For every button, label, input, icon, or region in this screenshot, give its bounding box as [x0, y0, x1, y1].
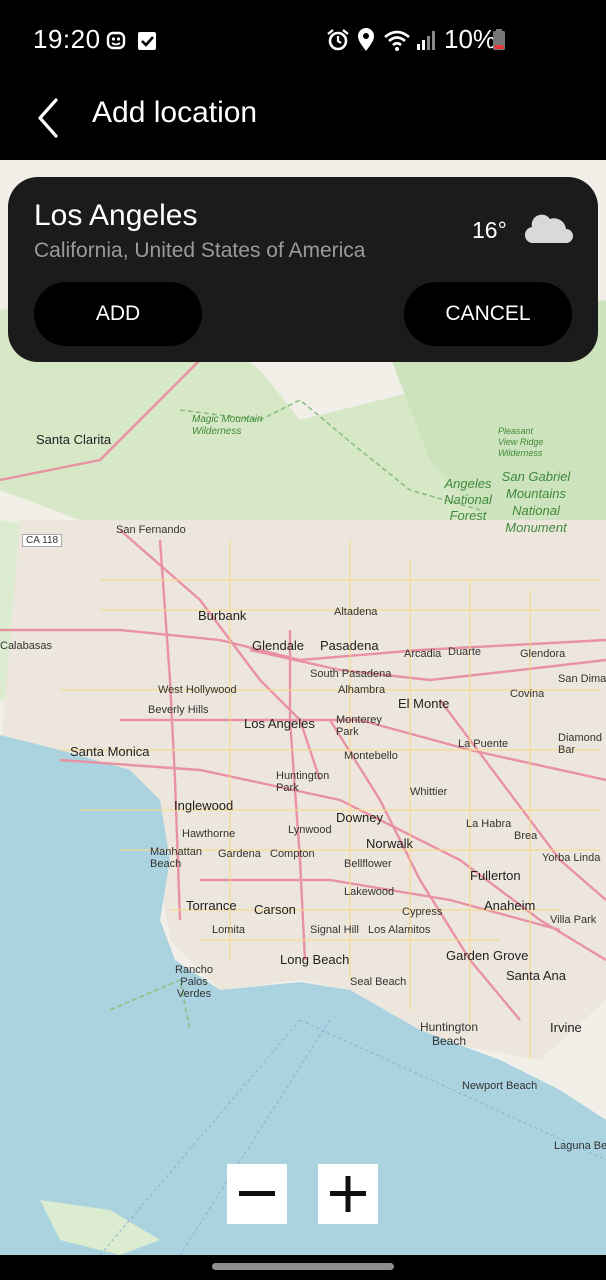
alarm-icon — [327, 29, 349, 51]
map-label: Santa Clarita — [36, 432, 112, 447]
add-button-label: ADD — [95, 302, 141, 325]
map-label: Lynwood — [288, 824, 332, 836]
location-card: Los Angeles California, United States of… — [8, 177, 598, 362]
battery-percentage: 10% — [444, 24, 497, 54]
map-label: Santa Monica — [70, 744, 150, 759]
map-label: Newport Beach — [462, 1080, 538, 1092]
home-indicator[interactable] — [212, 1263, 394, 1270]
map-label: Burbank — [198, 608, 247, 623]
map-label: Arcadia — [404, 648, 442, 660]
back-arrow-icon — [38, 98, 58, 138]
map-label: Lomita — [212, 924, 246, 936]
map-label: West Hollywood — [158, 684, 237, 696]
map-label: Torrance — [186, 898, 237, 913]
map-label: Duarte — [448, 646, 482, 658]
map-label: Covina — [510, 688, 545, 700]
map-label: Alhambra — [338, 684, 386, 696]
zoom-in-button[interactable] — [318, 1164, 378, 1224]
map-label: Manhattan Beach — [150, 846, 202, 870]
map-label: Glendora — [520, 648, 566, 660]
map-label: La Habra — [466, 818, 512, 830]
map-label: Beverly Hills — [148, 704, 209, 716]
map-label: Garden Grove — [446, 948, 529, 963]
location-icon — [358, 28, 374, 51]
map-label: Santa Ana — [506, 968, 566, 983]
map-label: Lakewood — [344, 886, 395, 898]
map-label: Whittier — [410, 786, 448, 798]
zoom-out-button[interactable] — [227, 1164, 287, 1224]
location-city: Los Angeles — [34, 199, 198, 232]
map-label: Compton — [270, 848, 315, 860]
map-label: Monterey Park — [336, 714, 382, 738]
cancel-button[interactable]: CANCEL — [404, 282, 572, 346]
location-region: California, United States of America — [34, 239, 366, 262]
app-bar: Add location — [0, 80, 606, 160]
map-label: San Dimas — [558, 673, 606, 685]
map-label: Altadena — [334, 606, 378, 618]
map-label: Brea — [514, 830, 538, 842]
map-label: San Gabriel Mountains National Monument — [501, 469, 571, 535]
map-label: Huntington Park — [276, 770, 330, 794]
location-temperature: 16° — [472, 217, 507, 243]
map-label: Fullerton — [470, 868, 521, 883]
page-title: Add location — [92, 96, 258, 129]
cloud-icon — [524, 214, 573, 244]
map-label: La Puente — [458, 738, 509, 750]
map-label: CA 118 — [22, 534, 63, 547]
map-label: Pleasant View Ridge Wilderness — [498, 426, 544, 458]
map-label: Downey — [336, 810, 383, 825]
map-label: Angeles National Forest — [444, 476, 492, 523]
map-label: Pasadena — [320, 638, 379, 653]
map-label: Huntington Beach — [419, 1020, 479, 1048]
add-button[interactable]: ADD — [34, 282, 202, 346]
map-label: South Pasadena — [310, 668, 392, 680]
status-bar: 19:20 10% — [0, 0, 606, 80]
map-label: Norwalk — [366, 836, 413, 851]
notification-icon — [106, 31, 126, 50]
map-label: Laguna Beach — [554, 1140, 606, 1152]
map-label: Anaheim — [484, 898, 536, 913]
map-label: Hawthorne — [182, 828, 236, 840]
map-label: Signal Hill — [310, 924, 359, 936]
map-label: Inglewood — [174, 798, 234, 813]
map-label: Seal Beach — [350, 976, 407, 988]
map-label: Cypress — [402, 906, 443, 918]
map-label: Los Alamitos — [368, 924, 431, 936]
minus-icon — [239, 1191, 275, 1196]
map-label: Irvine — [550, 1020, 582, 1035]
task-icon — [138, 32, 156, 50]
navigation-bar — [0, 1255, 606, 1280]
map-label: Villa Park — [550, 914, 597, 926]
map-label: Magic Mountain Wilderness — [192, 414, 263, 437]
map-label: Los Angeles — [244, 716, 315, 731]
map-label: Rancho Palos Verdes — [175, 964, 213, 1000]
plus-icon — [330, 1176, 366, 1212]
map-label: Montebello — [344, 750, 398, 762]
back-button[interactable] — [26, 94, 74, 142]
battery-icon — [493, 29, 505, 50]
status-time: 19:20 — [33, 24, 101, 54]
map-label: San Fernando — [116, 524, 186, 536]
map-label: El Monte — [398, 696, 450, 711]
map-label: Diamond Bar — [558, 732, 603, 756]
wifi-icon — [384, 30, 410, 51]
map-label: Carson — [254, 902, 296, 917]
signal-icon — [417, 31, 435, 50]
map-label: Gardena — [218, 848, 261, 860]
map-label: Yorba Linda — [542, 852, 601, 864]
map-label: Glendale — [252, 638, 305, 653]
cancel-button-label: CANCEL — [445, 302, 531, 325]
map-label: Calabasas — [0, 640, 52, 652]
map-label: Bellflower — [344, 858, 392, 870]
map-label: Long Beach — [280, 952, 350, 967]
